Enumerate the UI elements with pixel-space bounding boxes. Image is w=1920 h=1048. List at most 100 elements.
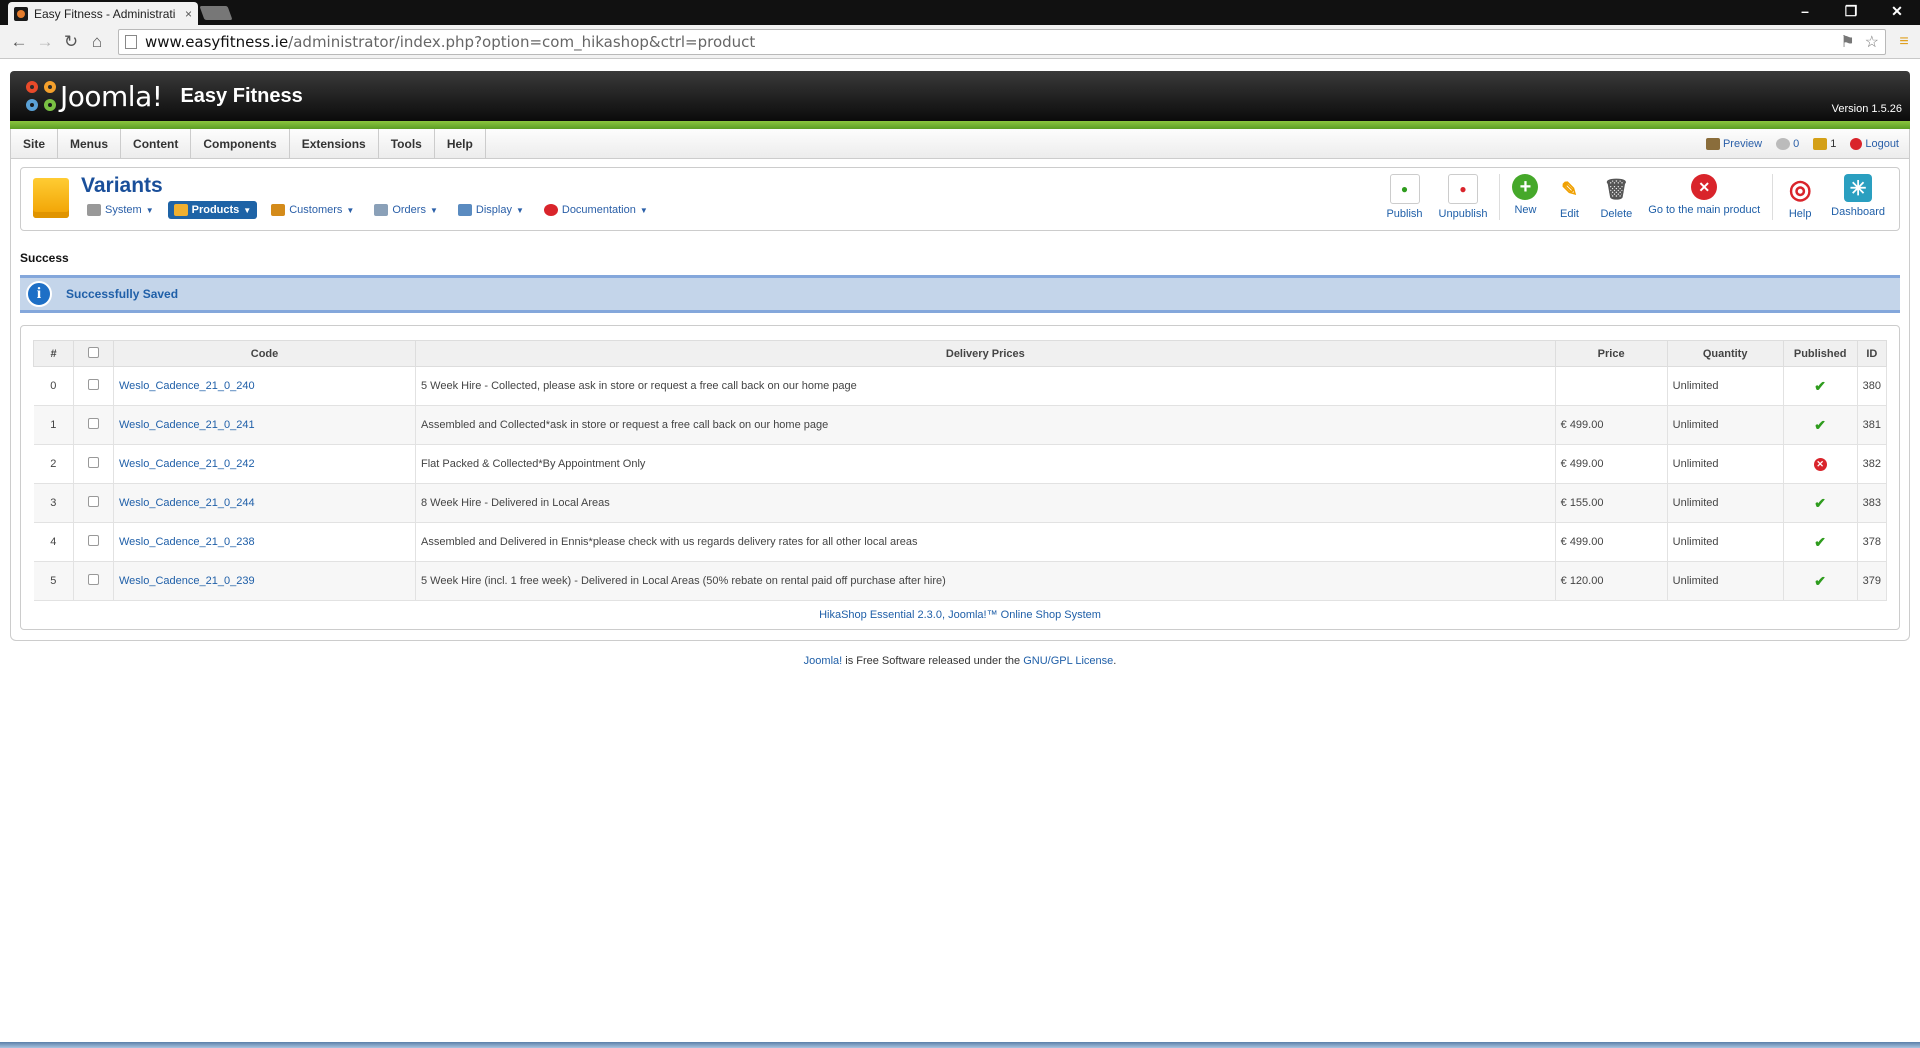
close-window-icon[interactable]: ✕ (1874, 0, 1920, 22)
col-published[interactable]: Published (1782, 340, 1858, 367)
publish-button[interactable]: ● Publish (1378, 174, 1430, 220)
submenu-products[interactable]: Products ▼ (167, 201, 258, 219)
row-number: 4 (33, 522, 74, 562)
address-bar[interactable]: www.easyfitness.ie/administrator/index.p… (118, 28, 1886, 55)
hikashop-footer[interactable]: HikaShop Essential 2.3.0, Joomla!™ Onlin… (33, 609, 1887, 621)
row-delivery: Assembled and Collected*ask in store or … (415, 405, 1556, 445)
variant-code-link[interactable]: Weslo_Cadence_21_0_240 (119, 380, 255, 392)
select-all-checkbox[interactable] (88, 346, 99, 358)
hikashop-submenu: System ▼ Products ▼ Customers ▼ Orders ▼ Dis… (81, 201, 654, 219)
row-quantity: Unlimited (1667, 444, 1784, 484)
row-delivery: 5 Week Hire - Collected, please ask in s… (415, 366, 1556, 406)
license-link[interactable]: GNU/GPL License (1023, 655, 1113, 667)
menu-extensions[interactable]: Extensions (290, 129, 379, 158)
published-check-icon[interactable]: ✔ (1814, 534, 1826, 550)
site-title: Easy Fitness (180, 84, 303, 107)
users-count[interactable]: 1 (1813, 137, 1836, 150)
logout-link[interactable]: Logout (1850, 137, 1899, 150)
delete-button[interactable]: 🗑 Delete (1592, 174, 1640, 221)
go-to-main-product-button[interactable]: ✕ Go to the main product (1640, 174, 1768, 220)
row-checkbox[interactable] (88, 574, 99, 585)
unpublished-x-icon[interactable]: ✕ (1813, 457, 1827, 471)
menu-site[interactable]: Site (11, 129, 59, 158)
submenu-orders[interactable]: Orders ▼ (368, 201, 444, 219)
published-check-icon[interactable]: ✔ (1814, 573, 1826, 589)
row-checkbox[interactable] (88, 379, 99, 390)
plus-icon: + (1512, 174, 1539, 200)
submenu-display[interactable]: Display ▼ (452, 201, 530, 219)
row-delivery: Flat Packed & Collected*By Appointment O… (415, 444, 1556, 484)
row-checkbox[interactable] (88, 418, 99, 429)
forward-arrow-icon[interactable]: → (32, 29, 58, 55)
help-button[interactable]: ◎ Help (1777, 174, 1823, 221)
row-id: 383 (1857, 483, 1888, 523)
joomla-link[interactable]: Joomla! (804, 655, 843, 667)
menu-content[interactable]: Content (121, 129, 192, 158)
row-code: Weslo_Cadence_21_0_239 (113, 561, 416, 601)
variant-code-link[interactable]: Weslo_Cadence_21_0_239 (119, 575, 255, 587)
col-price[interactable]: Price (1554, 340, 1668, 367)
col-code[interactable]: Code (113, 340, 416, 367)
col-select-all (73, 340, 114, 367)
row-checkbox[interactable] (88, 535, 99, 546)
main-content: Variants System ▼ Products ▼ Customers ▼ Or… (10, 159, 1910, 641)
variant-code-link[interactable]: Weslo_Cadence_21_0_244 (119, 497, 255, 509)
products-icon (173, 204, 188, 216)
submenu-system[interactable]: System ▼ (81, 201, 160, 219)
version-label: Version 1.5.26 (1831, 103, 1902, 115)
publish-icon: ● (1389, 174, 1420, 204)
orders-icon (374, 204, 389, 216)
row-published: ✔ (1783, 561, 1858, 601)
tab-close-icon[interactable]: × (185, 7, 192, 21)
messages-count[interactable]: 0 (1776, 137, 1799, 150)
row-delivery: Assembled and Delivered in Ennis*please … (415, 522, 1556, 562)
translate-icon[interactable]: ⚑ (1840, 32, 1854, 52)
new-tab-button[interactable] (199, 6, 233, 20)
row-code: Weslo_Cadence_21_0_244 (113, 483, 416, 523)
col-delivery[interactable]: Delivery Prices (415, 340, 1556, 367)
logout-icon (1850, 137, 1863, 150)
menu-menus[interactable]: Menus (58, 129, 122, 158)
row-code: Weslo_Cadence_21_0_242 (113, 444, 416, 484)
table-row: 0 Weslo_Cadence_21_0_240 5 Week Hire - Col… (33, 366, 1888, 406)
submenu-customers[interactable]: Customers ▼ (265, 201, 360, 219)
minimize-icon[interactable]: – (1782, 0, 1828, 22)
browser-menu-icon[interactable]: ≡ (1894, 33, 1914, 51)
table-row: 2 Weslo_Cadence_21_0_242 Flat Packed & Col… (33, 444, 1888, 484)
browser-tab[interactable]: Easy Fitness - Administrati × (8, 2, 198, 25)
unpublish-button[interactable]: ● Unpublish (1431, 174, 1496, 220)
table-row: 1 Weslo_Cadence_21_0_241 Assembled and Col… (33, 405, 1888, 445)
published-check-icon[interactable]: ✔ (1814, 417, 1826, 433)
bookmark-star-icon[interactable]: ☆ (1865, 32, 1879, 52)
header-green-bar (10, 121, 1910, 129)
row-checkbox[interactable] (88, 457, 99, 468)
row-checkbox-cell (73, 366, 114, 406)
row-checkbox[interactable] (88, 496, 99, 507)
col-quantity[interactable]: Quantity (1666, 340, 1784, 367)
menu-tools[interactable]: Tools (379, 129, 435, 158)
submenu-documentation[interactable]: Documentation ▼ (538, 201, 654, 219)
row-id: 382 (1857, 444, 1888, 484)
dashboard-button[interactable]: ✳ Dashboard (1823, 174, 1893, 220)
variant-code-link[interactable]: Weslo_Cadence_21_0_242 (119, 458, 255, 470)
row-checkbox-cell (73, 483, 114, 523)
menu-components[interactable]: Components (191, 129, 290, 158)
variant-code-link[interactable]: Weslo_Cadence_21_0_238 (119, 536, 255, 548)
success-heading: Success (20, 251, 69, 265)
reload-icon[interactable]: ↻ (58, 29, 84, 55)
dashboard-icon: ✳ (1844, 174, 1873, 202)
preview-link[interactable]: Preview (1705, 137, 1762, 150)
published-check-icon[interactable]: ✔ (1814, 495, 1826, 511)
variant-code-link[interactable]: Weslo_Cadence_21_0_241 (119, 419, 255, 431)
home-icon[interactable]: ⌂ (84, 29, 110, 55)
menu-help[interactable]: Help (435, 129, 486, 158)
row-quantity: Unlimited (1667, 561, 1784, 601)
new-button[interactable]: + New (1504, 174, 1546, 220)
row-published: ✔ (1783, 483, 1858, 523)
back-arrow-icon[interactable]: ← (6, 29, 32, 55)
published-check-icon[interactable]: ✔ (1814, 378, 1826, 394)
url-text[interactable]: www.easyfitness.ie/administrator/index.p… (145, 33, 1840, 51)
edit-button[interactable]: ✎ Edit (1546, 174, 1592, 221)
col-id[interactable]: ID (1856, 340, 1888, 367)
restore-icon[interactable]: ❐ (1828, 0, 1874, 22)
